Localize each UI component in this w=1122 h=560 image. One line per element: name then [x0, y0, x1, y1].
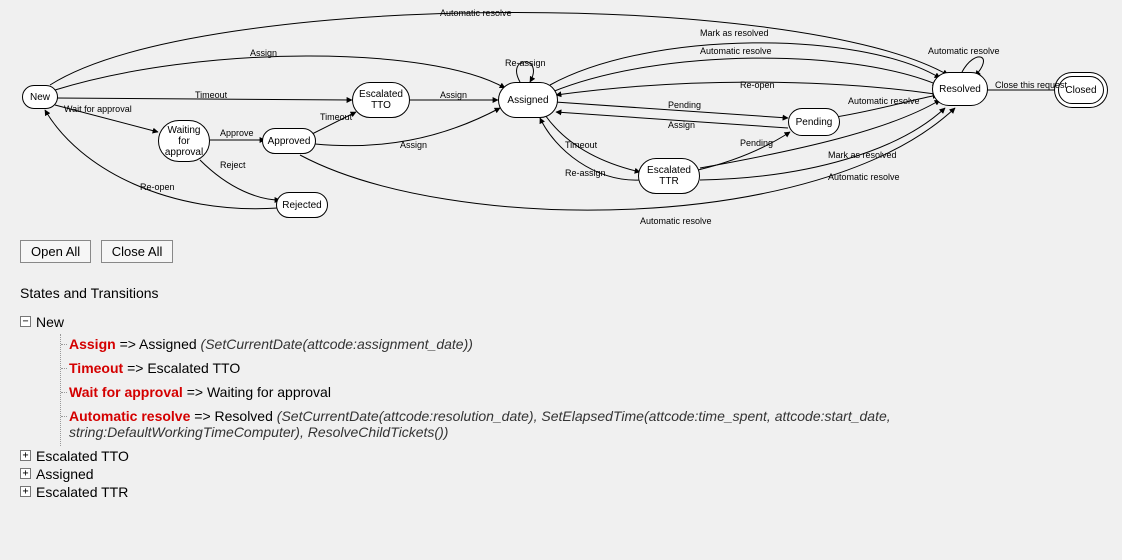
- state-resolved: Resolved: [932, 72, 988, 106]
- edge-auto3: Automatic resolve: [848, 96, 920, 106]
- state-assigned: Assigned: [498, 82, 558, 118]
- transition-actions: (SetCurrentDate(attcode:resolution_date)…: [69, 408, 891, 440]
- tree-label-ettr: Escalated TTR: [36, 484, 128, 500]
- edge-timeout2: Timeout: [320, 112, 352, 122]
- state-escalated-tto: Escalated TTO: [352, 82, 410, 118]
- edge-mark2: Mark as resolved: [828, 150, 897, 160]
- edge-reopen-rej: Re-open: [140, 182, 175, 192]
- edge-reassign2: Re-assign: [565, 168, 606, 178]
- tree-node-ettr: + Escalated TTR: [20, 484, 1069, 500]
- transition-target: Assigned: [139, 336, 197, 352]
- edge-auto-loop: Automatic resolve: [928, 46, 1000, 56]
- edge-mark1: Mark as resolved: [700, 28, 769, 38]
- arrow-icon: =>: [127, 360, 147, 376]
- tree-item: Automatic resolve => Resolved (SetCurren…: [69, 406, 1069, 446]
- edge-approve: Approve: [220, 128, 254, 138]
- transition-target: Escalated TTO: [147, 360, 240, 376]
- tree-children-new: Assign => Assigned (SetCurrentDate(attco…: [60, 334, 1069, 446]
- tree-label-assigned: Assigned: [36, 466, 94, 482]
- state-diagram: New Waiting for approval Approved Reject…: [0, 0, 1122, 230]
- edge-auto-top: Automatic resolve: [440, 8, 512, 18]
- edge-auto4: Automatic resolve: [828, 172, 900, 182]
- states-tree: − New Assign => Assigned (SetCurrentDate…: [20, 314, 1069, 502]
- button-bar: Open All Close All: [20, 240, 179, 263]
- state-new: New: [22, 85, 58, 109]
- edge-assign-apr: Assign: [400, 140, 427, 150]
- edge-assign2: Assign: [668, 120, 695, 130]
- edge-pending2: Pending: [740, 138, 773, 148]
- edge-pending1: Pending: [668, 100, 701, 110]
- state-rejected: Rejected: [276, 192, 328, 218]
- tree-toggle-ettr[interactable]: +: [20, 486, 31, 497]
- arrow-icon: =>: [120, 336, 139, 352]
- tree-toggle-new[interactable]: −: [20, 316, 31, 327]
- state-approved: Approved: [262, 128, 316, 154]
- edge-reassign1: Re-assign: [505, 58, 546, 68]
- diagram-edges: [0, 0, 1122, 230]
- open-all-button[interactable]: Open All: [20, 240, 91, 263]
- transition-name: Assign: [69, 336, 116, 352]
- transition-actions: (SetCurrentDate(attcode:assignment_date)…: [201, 336, 473, 352]
- edge-close: Close this request: [995, 80, 1067, 90]
- tree-node-new: − New Assign => Assigned (SetCurrentDate…: [20, 314, 1069, 446]
- tree-toggle-etto[interactable]: +: [20, 450, 31, 461]
- edge-assign-top: Assign: [250, 48, 277, 58]
- state-escalated-ttr: Escalated TTR: [638, 158, 700, 194]
- tree-item: Wait for approval => Waiting for approva…: [69, 382, 1069, 406]
- transition-name: Timeout: [69, 360, 123, 376]
- tree-label-etto: Escalated TTO: [36, 448, 129, 464]
- edge-timeout1: Timeout: [195, 90, 227, 100]
- transition-name: Wait for approval: [69, 384, 183, 400]
- tree-label-new: New: [36, 314, 64, 330]
- edge-timeout3: Timeout: [565, 140, 597, 150]
- transition-target: Waiting for approval: [207, 384, 331, 400]
- edge-auto2: Automatic resolve: [700, 46, 772, 56]
- tree-node-assigned: + Assigned: [20, 466, 1069, 482]
- tree-node-etto: + Escalated TTO: [20, 448, 1069, 464]
- state-waiting: Waiting for approval: [158, 120, 210, 162]
- edge-auto-bottom: Automatic resolve: [640, 216, 712, 226]
- close-all-button[interactable]: Close All: [101, 240, 174, 263]
- section-title: States and Transitions: [20, 285, 159, 301]
- tree-toggle-assigned[interactable]: +: [20, 468, 31, 479]
- arrow-icon: =>: [187, 384, 207, 400]
- edge-reject: Reject: [220, 160, 246, 170]
- transition-target: Resolved: [215, 408, 273, 424]
- edge-wait: Wait for approval: [64, 104, 132, 114]
- tree-item: Assign => Assigned (SetCurrentDate(attco…: [69, 334, 1069, 358]
- state-pending: Pending: [788, 108, 840, 136]
- transition-name: Automatic resolve: [69, 408, 190, 424]
- edge-assign-etto: Assign: [440, 90, 467, 100]
- tree-item: Timeout => Escalated TTO: [69, 358, 1069, 382]
- arrow-icon: =>: [194, 408, 214, 424]
- edge-reopen2: Re-open: [740, 80, 775, 90]
